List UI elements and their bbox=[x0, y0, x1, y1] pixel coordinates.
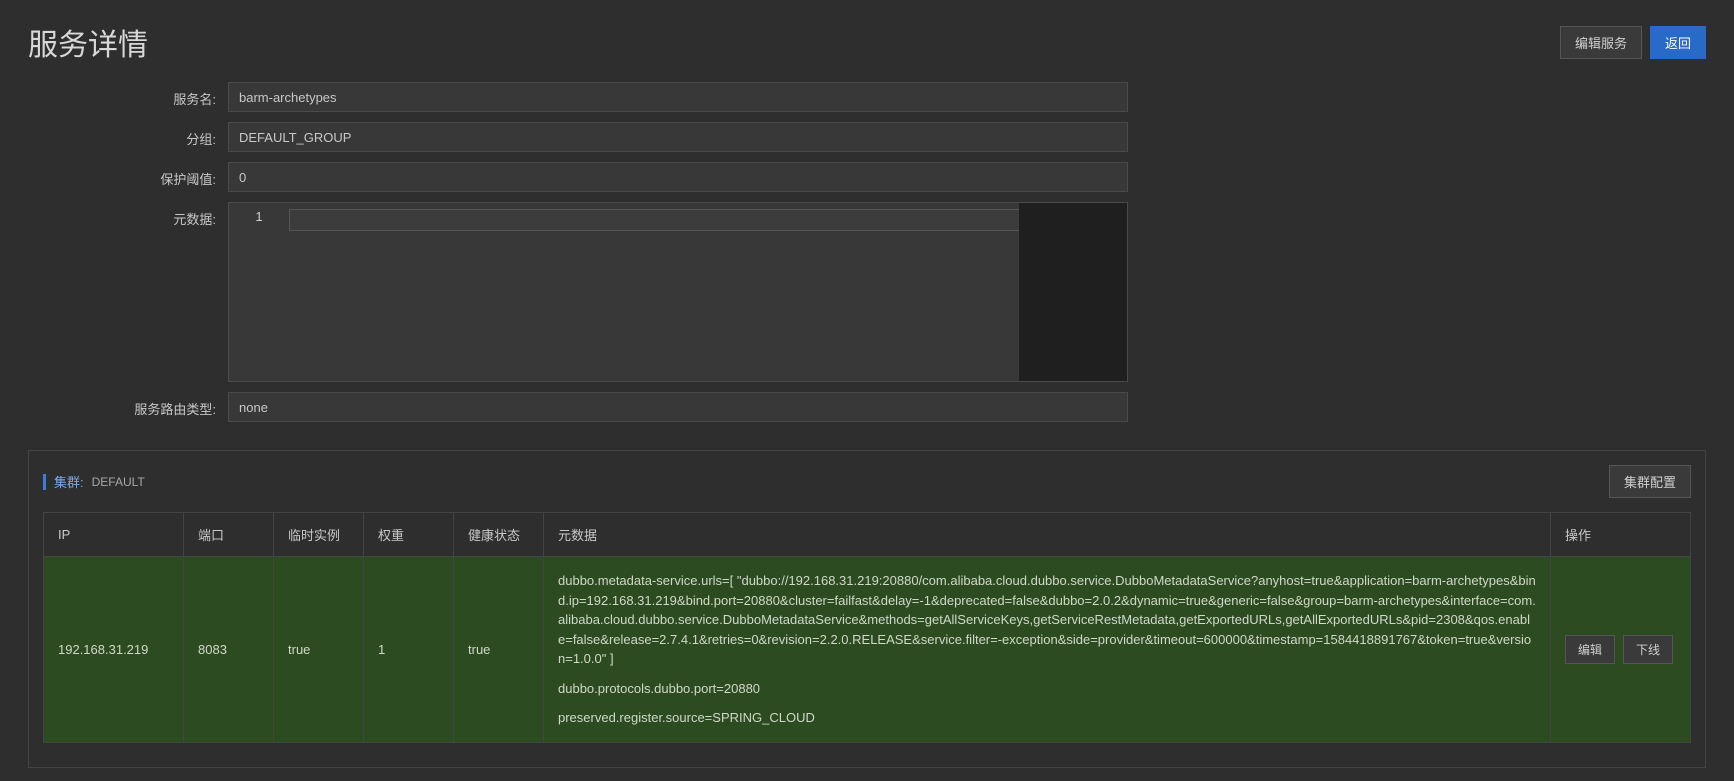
service-form: 服务名: 分组: 保护阈值: 元数据: 1 服务路由类型: bbox=[0, 82, 1734, 440]
page-title: 服务详情 bbox=[28, 20, 148, 64]
edit-service-button[interactable]: 编辑服务 bbox=[1560, 26, 1642, 59]
cluster-accent-bar bbox=[43, 474, 46, 490]
table-row: 192.168.31.219 8083 true 1 true dubbo.me… bbox=[44, 557, 1691, 743]
metadata-editor[interactable]: 1 bbox=[228, 202, 1128, 382]
cell-ephemeral: true bbox=[274, 557, 364, 743]
metadata-line: preserved.register.source=SPRING_CLOUD bbox=[558, 708, 1536, 728]
cell-ip: 192.168.31.219 bbox=[44, 557, 184, 743]
cluster-title: 集群: DEFAULT bbox=[43, 472, 145, 491]
threshold-input[interactable] bbox=[228, 162, 1128, 192]
col-weight: 权重 bbox=[364, 513, 454, 557]
instance-table: IP 端口 临时实例 权重 健康状态 元数据 操作 192.168.31.219… bbox=[43, 512, 1691, 743]
col-action: 操作 bbox=[1551, 513, 1691, 557]
cell-action: 编辑 下线 bbox=[1551, 557, 1691, 743]
col-health: 健康状态 bbox=[454, 513, 544, 557]
service-name-input[interactable] bbox=[228, 82, 1128, 112]
cell-port: 8083 bbox=[184, 557, 274, 743]
route-type-label: 服务路由类型: bbox=[28, 392, 228, 418]
col-metadata: 元数据 bbox=[544, 513, 1551, 557]
col-ip: IP bbox=[44, 513, 184, 557]
offline-instance-button[interactable]: 下线 bbox=[1623, 635, 1673, 664]
cluster-config-button[interactable]: 集群配置 bbox=[1609, 465, 1691, 498]
cluster-name: DEFAULT bbox=[92, 475, 145, 489]
metadata-line: dubbo.metadata-service.urls=[ "dubbo://1… bbox=[558, 571, 1536, 669]
metadata-line: dubbo.protocols.dubbo.port=20880 bbox=[558, 679, 1536, 699]
col-port: 端口 bbox=[184, 513, 274, 557]
back-button[interactable]: 返回 bbox=[1650, 26, 1706, 59]
metadata-label: 元数据: bbox=[28, 202, 228, 228]
cell-weight: 1 bbox=[364, 557, 454, 743]
route-type-input[interactable] bbox=[228, 392, 1128, 422]
threshold-label: 保护阈值: bbox=[28, 162, 228, 188]
cell-metadata: dubbo.metadata-service.urls=[ "dubbo://1… bbox=[544, 557, 1551, 743]
cell-health: true bbox=[454, 557, 544, 743]
service-name-label: 服务名: bbox=[28, 82, 228, 108]
group-label: 分组: bbox=[28, 122, 228, 148]
edit-instance-button[interactable]: 编辑 bbox=[1565, 635, 1615, 664]
header-actions: 编辑服务 返回 bbox=[1560, 26, 1706, 59]
group-input[interactable] bbox=[228, 122, 1128, 152]
cluster-panel: 集群: DEFAULT 集群配置 IP 端口 临时实例 权重 健康状态 元数据 … bbox=[28, 450, 1706, 768]
metadata-textarea[interactable] bbox=[289, 209, 1121, 231]
metadata-line-number: 1 bbox=[229, 203, 289, 381]
col-ephemeral: 临时实例 bbox=[274, 513, 364, 557]
metadata-minimap bbox=[1019, 203, 1127, 381]
cluster-label: 集群: bbox=[54, 472, 84, 491]
